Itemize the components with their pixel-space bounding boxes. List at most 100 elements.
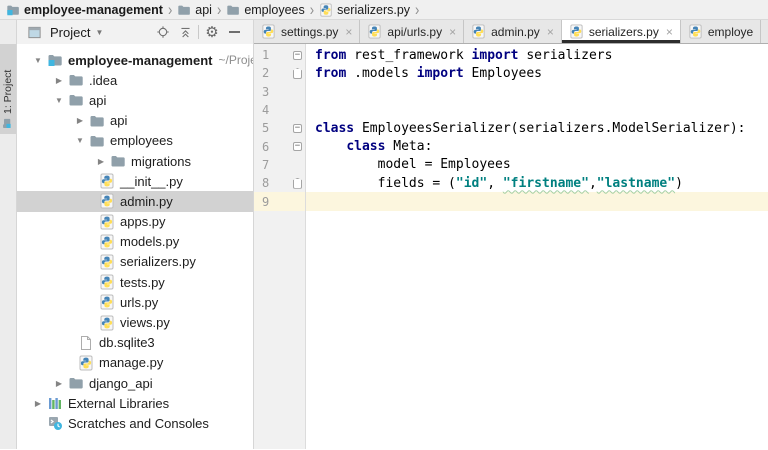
tree-item-manage.py[interactable]: manage.py: [17, 353, 253, 373]
breadcrumb-separator: ›: [216, 0, 222, 19]
tree-item-db.sqlite3[interactable]: db.sqlite3: [17, 333, 253, 353]
tree-item-views.py[interactable]: views.py: [17, 312, 253, 332]
close-tab-icon[interactable]: ×: [345, 25, 352, 39]
tree-item-external-libraries[interactable]: ▶ External Libraries: [17, 393, 253, 413]
close-tab-icon[interactable]: ×: [449, 25, 456, 39]
fold-collapse-icon[interactable]: −: [293, 50, 302, 60]
line-number: 3: [262, 84, 270, 99]
code-token: ,: [487, 175, 503, 191]
editor-tab-api-urls.py[interactable]: api/urls.py ×: [360, 20, 465, 43]
gutter-line-7: 7: [254, 156, 305, 174]
chevron-collapsed-icon[interactable]: ▶: [29, 399, 47, 408]
chevron-expanded-icon[interactable]: ▼: [71, 136, 89, 145]
tree-item-tests.py[interactable]: tests.py: [17, 272, 253, 292]
code-line-6[interactable]: class Meta:: [306, 137, 768, 155]
code-line-4[interactable]: [306, 101, 768, 119]
line-number: 7: [262, 157, 270, 172]
python-file-icon: [319, 2, 333, 17]
chevron-collapsed-icon[interactable]: ▶: [50, 379, 68, 388]
chevron-collapsed-icon[interactable]: ▶: [92, 157, 110, 166]
project-path-suffix: ~/Proje: [218, 53, 254, 68]
tree-item-employee-management[interactable]: ▼employee-management~/Proje: [17, 50, 253, 70]
python-file-icon: [471, 24, 486, 39]
project-panel-title[interactable]: Project: [50, 25, 90, 40]
fold-end-icon[interactable]: [293, 177, 302, 189]
folder-icon: [89, 113, 105, 129]
python-file-icon: [99, 173, 115, 189]
editor[interactable]: 1−2 3 4 5−6−7 8 9 from rest_framework import …: [254, 44, 768, 449]
code-line-8[interactable]: fields = ("id", "firstname", "lastname"): [306, 174, 768, 192]
code-line-3[interactable]: [306, 83, 768, 101]
locate-file-icon[interactable]: [152, 22, 174, 42]
editor-tab-bar: settings.py × api/urls.py × admin.py × seri…: [254, 20, 768, 44]
breadcrumb-item-employee-management[interactable]: employee-management: [4, 3, 165, 17]
breadcrumb-item-serializers.py[interactable]: serializers.py: [317, 3, 412, 17]
editor-column: settings.py × api/urls.py × admin.py × seri…: [254, 20, 768, 449]
tree-item-serializers.py[interactable]: serializers.py: [17, 252, 253, 272]
editor-tab-serializers.py[interactable]: serializers.py ×: [561, 20, 681, 43]
python-file-icon: [99, 193, 115, 209]
breadcrumb-item-api[interactable]: api: [175, 3, 214, 17]
tree-item-django_api[interactable]: ▶ django_api: [17, 373, 253, 393]
close-tab-icon[interactable]: ×: [547, 25, 554, 39]
code-token: fields = (: [315, 175, 456, 191]
code-line-9[interactable]: [306, 192, 768, 211]
code-token: "lastname": [596, 175, 676, 191]
gutter-line-9: 9: [254, 192, 305, 211]
code-area[interactable]: from rest_framework import serializers fr…: [306, 44, 768, 449]
code-token: ,: [588, 175, 597, 191]
tree-item-__init__.py[interactable]: __init__.py: [17, 171, 253, 191]
chevron-expanded-icon[interactable]: ▼: [29, 56, 47, 65]
project-view-icon: [23, 22, 45, 42]
code-line-7[interactable]: model = Employees: [306, 156, 768, 174]
tree-item-api[interactable]: ▶ api: [17, 111, 253, 131]
code-token: "id": [455, 175, 488, 191]
line-number: 6: [262, 139, 270, 154]
editor-tab-settings.py[interactable]: settings.py ×: [254, 20, 361, 43]
gutter-line-2: 2: [254, 64, 305, 82]
breadcrumb-item-employees[interactable]: employees: [224, 3, 306, 17]
chevron-down-icon[interactable]: ▼: [95, 28, 103, 37]
tree-item-scratches-and-consoles[interactable]: Scratches and Consoles: [17, 413, 253, 433]
close-tab-icon[interactable]: ×: [666, 25, 673, 39]
hide-panel-icon[interactable]: [223, 22, 245, 42]
tree-item-api[interactable]: ▼ api: [17, 90, 253, 110]
editor-tab-employe[interactable]: employe: [681, 20, 762, 43]
python-file-icon: [688, 24, 703, 39]
folder-icon: [68, 375, 84, 391]
tree-item-admin.py[interactable]: admin.py: [17, 191, 253, 212]
project-folder-icon: [6, 3, 20, 17]
python-file-icon: [99, 234, 115, 250]
fold-collapse-icon[interactable]: −: [293, 142, 302, 152]
collapse-all-icon[interactable]: [174, 22, 196, 42]
code-token: from: [315, 47, 347, 63]
tree-item-apps.py[interactable]: apps.py: [17, 212, 253, 232]
code-token: class: [315, 120, 355, 136]
editor-tab-admin.py[interactable]: admin.py ×: [464, 20, 562, 43]
gutter-line-6: 6−: [254, 137, 305, 155]
editor-gutter: 1−2 3 4 5−6−7 8 9: [254, 44, 306, 449]
tree-item-migrations[interactable]: ▶ migrations: [17, 151, 253, 171]
tree-item-models.py[interactable]: models.py: [17, 232, 253, 252]
project-tool-window-button[interactable]: 1: Project: [0, 44, 16, 134]
code-line-5[interactable]: class EmployeesSerializer(serializers.Mo…: [306, 119, 768, 137]
code-line-2[interactable]: from .models import Employees: [306, 64, 768, 82]
python-file-icon: [99, 214, 115, 230]
tree-item-urls.py[interactable]: urls.py: [17, 292, 253, 312]
libraries-icon: [47, 395, 63, 411]
line-number: 5: [262, 121, 270, 136]
code-line-1[interactable]: from rest_framework import serializers: [306, 46, 768, 64]
tree-item-.idea[interactable]: ▶ .idea: [17, 70, 253, 90]
folder-icon: [226, 3, 240, 17]
tree-item-employees[interactable]: ▼ employees: [17, 131, 253, 151]
chevron-collapsed-icon[interactable]: ▶: [50, 76, 68, 85]
breadcrumb: employee-management › api › employees › ser…: [0, 0, 768, 20]
code-token: serializers: [518, 47, 613, 63]
code-token: import: [416, 65, 464, 81]
fold-collapse-icon[interactable]: −: [293, 123, 302, 133]
gear-icon[interactable]: ⚙: [201, 22, 223, 42]
folder-icon: [89, 133, 105, 149]
chevron-collapsed-icon[interactable]: ▶: [71, 116, 89, 125]
fold-end-icon[interactable]: [293, 67, 302, 79]
chevron-expanded-icon[interactable]: ▼: [50, 96, 68, 105]
